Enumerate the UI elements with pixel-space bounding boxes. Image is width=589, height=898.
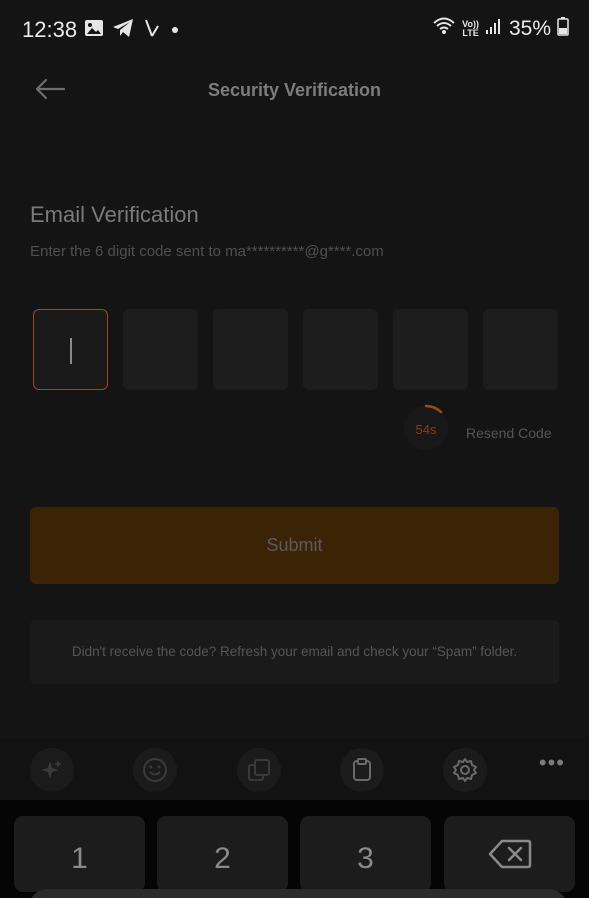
cellular-signal-icon [485, 16, 503, 41]
email-verification-title: Email Verification [30, 202, 199, 227]
lte-label: LTE [462, 27, 479, 38]
translate-icon [248, 759, 270, 781]
volte-indicator: Vo)) LTE [462, 19, 479, 38]
verification-instructions: Enter the 6 digit code sent to ma*******… [30, 243, 384, 260]
otp-digit-6[interactable] [483, 309, 558, 390]
translate-button[interactable] [237, 748, 281, 792]
resend-code-link[interactable]: Resend Code [466, 425, 552, 441]
gear-icon [453, 758, 477, 782]
key-2[interactable]: 2 [157, 816, 288, 892]
keyboard-toolbar: ••• [0, 738, 589, 800]
status-time: 12:38 [22, 17, 78, 42]
battery-icon [557, 16, 569, 41]
app-header: Security Verification [0, 60, 589, 120]
otp-digit-1[interactable] [33, 309, 108, 390]
clipboard-icon [353, 758, 371, 781]
text-caret [70, 338, 72, 364]
more-options-icon[interactable]: ••• [539, 752, 565, 774]
system-icons: Vo)) LTE 35% [432, 16, 569, 41]
sparkle-icon [41, 760, 62, 779]
submit-button[interactable]: Submit [30, 507, 559, 584]
countdown-timer: 54s [401, 403, 451, 453]
key-1[interactable]: 1 [14, 816, 145, 892]
key-3[interactable]: 3 [300, 816, 431, 892]
signal-status-icon [142, 18, 162, 43]
numeric-keyboard: 1 2 3 [0, 800, 589, 898]
otp-code-input [33, 309, 558, 390]
status-bar: 12:38 Vo)) LTE 35% [0, 0, 589, 58]
backspace-key[interactable] [444, 816, 575, 892]
bottom-sheet-edge [28, 889, 568, 898]
otp-digit-2[interactable] [123, 309, 198, 390]
ai-sparkle-button[interactable] [30, 748, 74, 792]
clipboard-button[interactable] [340, 748, 384, 792]
telegram-icon [112, 18, 134, 43]
dot-icon [170, 22, 180, 40]
otp-digit-5[interactable] [393, 309, 468, 390]
notification-icons [84, 18, 180, 43]
backspace-icon [488, 839, 531, 869]
otp-digit-3[interactable] [213, 309, 288, 390]
emoji-icon [143, 758, 167, 782]
battery-percentage: 35% [508, 16, 551, 40]
page-title: Security Verification [207, 80, 382, 100]
spam-folder-hint: Didn't receive the code? Refresh your em… [30, 620, 559, 684]
timer-value: 54s [415, 422, 437, 437]
gallery-icon [84, 19, 104, 42]
otp-digit-4[interactable] [303, 309, 378, 390]
emoji-button[interactable] [133, 748, 177, 792]
wifi-icon [432, 16, 456, 41]
keyboard-settings-button[interactable] [443, 748, 487, 792]
